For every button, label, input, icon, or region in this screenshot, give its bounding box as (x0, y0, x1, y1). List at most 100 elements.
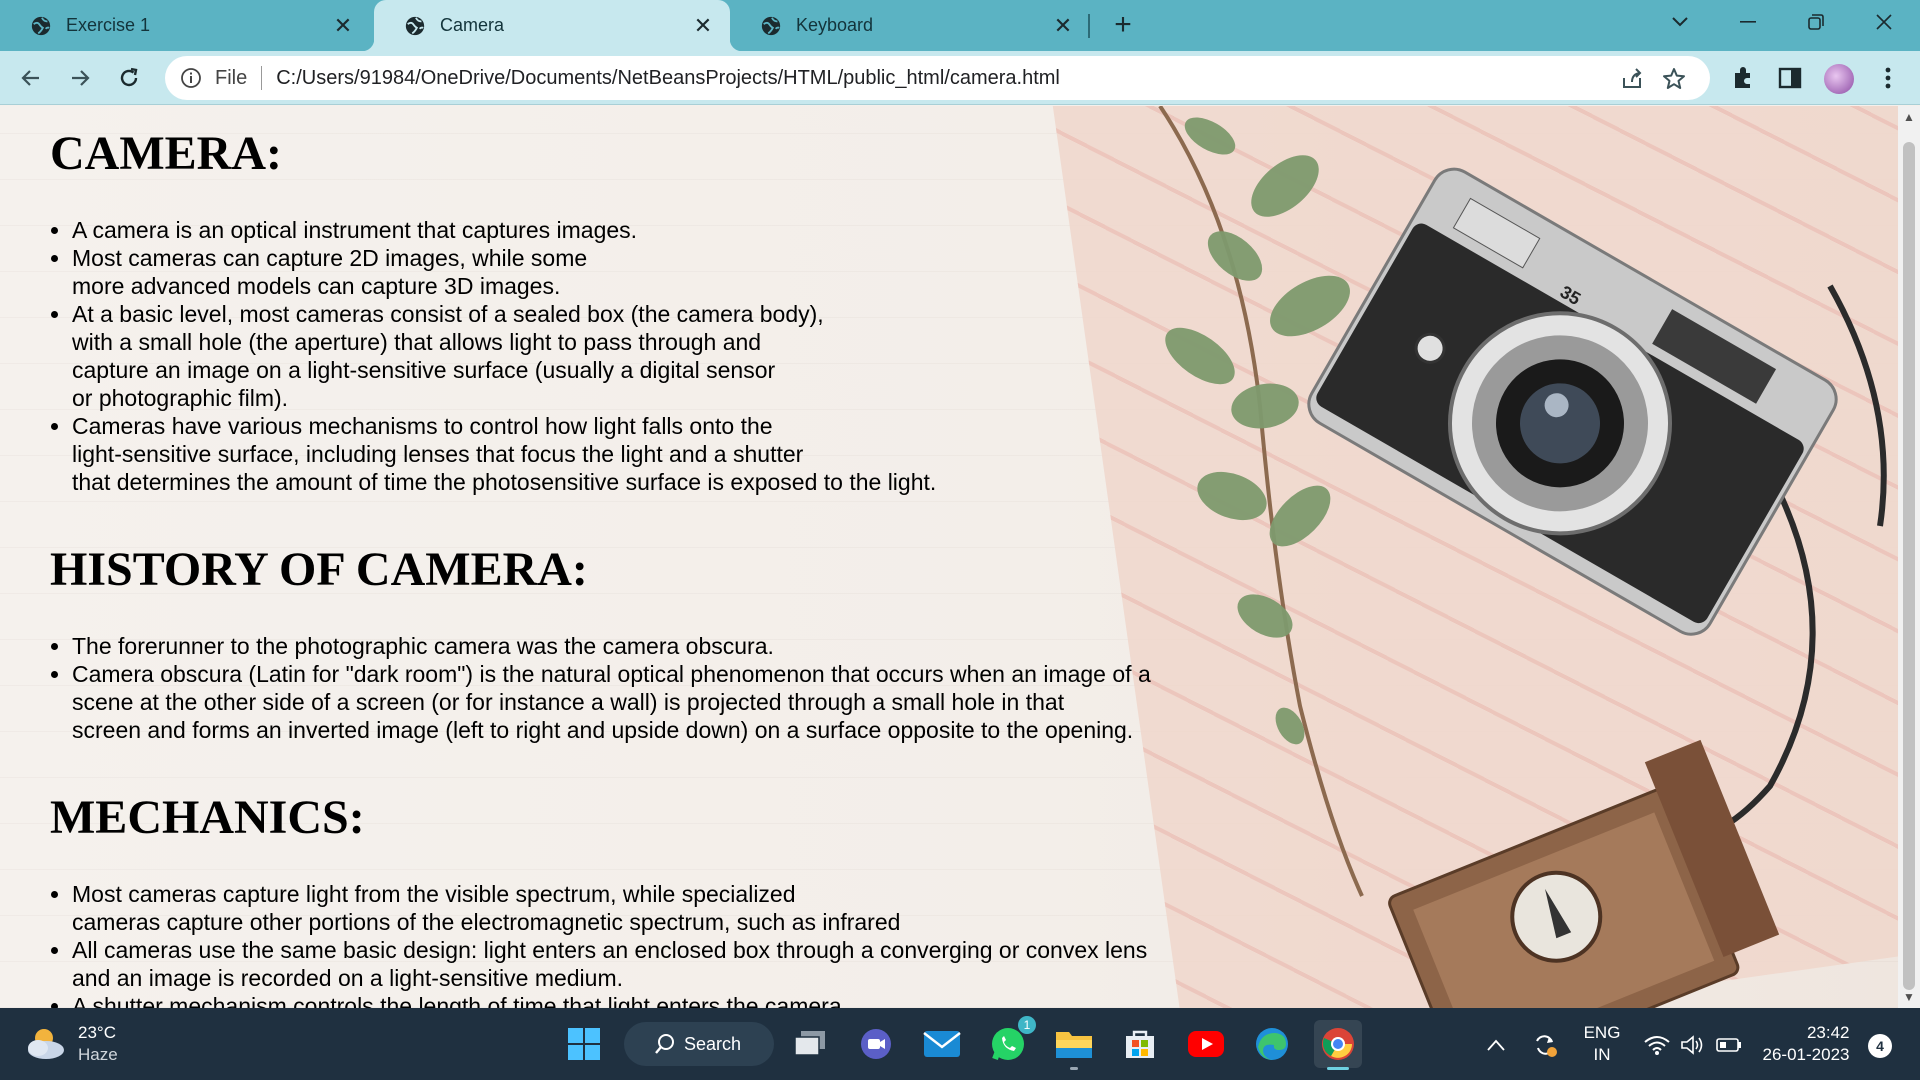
task-view-button[interactable] (786, 1020, 834, 1068)
list-item: A camera is an optical instrument that c… (72, 216, 1200, 244)
chevron-up-icon[interactable] (1486, 1038, 1506, 1052)
close-icon[interactable]: ✕ (330, 13, 356, 39)
folder-icon (1056, 1032, 1092, 1058)
tab-keyboard[interactable]: Keyboard ✕ (730, 0, 1090, 51)
info-icon[interactable] (179, 66, 203, 90)
close-icon (1876, 14, 1892, 30)
mail-button[interactable] (918, 1020, 966, 1068)
keyboard-region: IN (1593, 1045, 1611, 1064)
tab-label: Keyboard (796, 15, 874, 35)
camera-list: A camera is an optical instrument that c… (72, 216, 1200, 496)
new-tab-button[interactable]: + (1106, 8, 1140, 42)
address-bar[interactable]: File C:/Users/91984/OneDrive/Documents/N… (165, 56, 1710, 100)
restore-icon (1808, 14, 1824, 30)
scroll-down-arrow-icon[interactable]: ▼ (1898, 986, 1920, 1008)
globe-icon (761, 16, 781, 35)
divider (261, 66, 263, 90)
page-viewport: 35 CAMERA: A camera is an optical instru… (0, 106, 1898, 1008)
haze-weather-icon (28, 1029, 64, 1059)
arrow-left-icon (21, 70, 39, 86)
task-view-icon (794, 1031, 825, 1056)
history-list: The forerunner to the photographic camer… (72, 632, 1200, 744)
mail-icon (923, 1031, 961, 1057)
list-item: The forerunner to the photographic camer… (72, 632, 1200, 660)
edge-icon (1256, 1028, 1288, 1060)
scrollbar-thumb[interactable] (1903, 142, 1915, 990)
share-icon[interactable] (1619, 66, 1645, 92)
globe-icon (405, 16, 425, 35)
clock-date: 26-01-2023 (1762, 1045, 1850, 1064)
edge-button[interactable] (1248, 1020, 1296, 1068)
reload-button[interactable] (112, 61, 146, 95)
video-chat-icon (861, 1029, 891, 1059)
forward-button[interactable] (63, 61, 97, 95)
side-panel-icon[interactable] (1776, 64, 1804, 92)
whatsapp-badge: 1 (1018, 1016, 1036, 1034)
tab-strip: Exercise 1 ✕ Camera ✕ Keyboard ✕ + (0, 0, 1920, 51)
language-indicator[interactable]: ENG IN (1576, 1008, 1628, 1080)
list-item: A shutter mechanism controls the length … (72, 992, 1200, 1008)
heading-mechanics: MECHANICS: (50, 791, 365, 844)
search-label: Search (684, 1033, 742, 1054)
teams-chat-button[interactable] (852, 1020, 900, 1068)
arrow-right-icon (72, 70, 90, 86)
heading-camera: CAMERA: (50, 127, 282, 180)
whatsapp-button[interactable]: 1 (984, 1016, 1036, 1068)
tab-exercise-1[interactable]: Exercise 1 ✕ (0, 0, 370, 51)
tab-label: Exercise 1 (66, 15, 151, 35)
back-button[interactable] (14, 61, 48, 95)
start-button[interactable] (560, 1020, 608, 1068)
restore-button[interactable] (1788, 0, 1844, 44)
list-item: All cameras use the same basic design: l… (72, 936, 1200, 992)
chrome-button[interactable] (1314, 1020, 1362, 1070)
vertical-scrollbar[interactable]: ▲ ▼ (1898, 106, 1920, 1008)
chrome-icon (1322, 1028, 1354, 1060)
windows-logo-icon (568, 1028, 600, 1060)
url-text[interactable]: C:/Users/91984/OneDrive/Documents/NetBea… (276, 67, 1060, 90)
list-item: At a basic level, most cameras consist o… (72, 300, 1200, 412)
battery-icon[interactable] (1716, 1037, 1742, 1053)
browser-toolbar: File C:/Users/91984/OneDrive/Documents/N… (0, 51, 1920, 105)
reload-icon (120, 67, 138, 87)
file-explorer-button[interactable] (1050, 1020, 1098, 1070)
tab-search-button[interactable] (1652, 0, 1708, 44)
minimize-button[interactable] (1720, 0, 1776, 44)
scheme-label: File (215, 66, 248, 89)
scroll-up-arrow-icon[interactable]: ▲ (1898, 106, 1920, 128)
globe-icon (31, 16, 51, 35)
profile-avatar[interactable] (1824, 64, 1854, 94)
list-item: Most cameras can capture 2D images, whil… (72, 244, 1200, 300)
volume-icon[interactable] (1680, 1034, 1704, 1056)
running-indicator (1070, 1067, 1078, 1070)
store-icon (1126, 1030, 1154, 1058)
extensions-icon[interactable] (1729, 64, 1757, 92)
close-icon[interactable]: ✕ (690, 13, 716, 39)
taskbar-search[interactable]: Search (624, 1022, 774, 1066)
wifi-icon[interactable] (1644, 1034, 1670, 1056)
weather-description: Haze (78, 1045, 118, 1064)
tab-label: Camera (440, 15, 505, 35)
mechanics-list: Most cameras capture light from the visi… (72, 880, 1200, 1008)
clock-time: 23:42 (1806, 1023, 1850, 1042)
star-icon[interactable] (1661, 66, 1687, 92)
menu-kebab-icon[interactable] (1874, 64, 1902, 92)
tab-camera[interactable]: Camera ✕ (362, 0, 742, 51)
close-window-button[interactable] (1856, 0, 1912, 44)
heading-history: HISTORY OF CAMERA: (50, 543, 588, 596)
list-item: Cameras have various mechanisms to contr… (72, 412, 1200, 496)
chevron-down-icon (1672, 17, 1688, 27)
article: CAMERA: A camera is an optical instrumen… (50, 126, 1200, 1008)
weather-widget[interactable]: 23°C Haze (24, 1022, 118, 1066)
notification-count-badge[interactable]: 4 (1868, 1034, 1892, 1058)
microsoft-store-button[interactable] (1116, 1020, 1164, 1068)
list-item: Camera obscura (Latin for "dark room") i… (72, 660, 1200, 744)
list-item: Most cameras capture light from the visi… (72, 880, 1200, 936)
close-icon[interactable]: ✕ (1050, 13, 1076, 39)
weather-temperature: 23°C (78, 1023, 116, 1042)
youtube-button[interactable] (1182, 1020, 1230, 1068)
sync-icon[interactable] (1532, 1032, 1558, 1058)
minimize-icon (1740, 21, 1756, 23)
tab-separator (1088, 14, 1090, 38)
windows-taskbar: 23°C Haze Search 1 ENG IN 23:42 26-01-20… (0, 1008, 1920, 1080)
clock[interactable]: 23:42 26-01-2023 (1758, 1008, 1854, 1080)
